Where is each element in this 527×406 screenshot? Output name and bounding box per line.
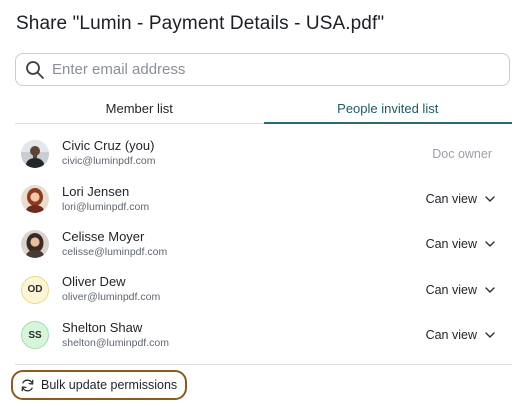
permission-label: Can view	[425, 237, 477, 252]
chevron-down-icon	[485, 241, 495, 248]
bulk-update-permissions-button[interactable]: Bulk update permissions	[11, 370, 187, 400]
person-photo-icon	[21, 185, 49, 214]
list-item: Civic Cruz (you) civic@luminpdf.com Doc …	[15, 131, 512, 176]
avatar-initials: SS	[28, 329, 42, 341]
permission-label: Can view	[425, 192, 477, 207]
permission-dropdown[interactable]: Can view	[426, 283, 495, 297]
permission-label: Can view	[425, 282, 477, 297]
avatar	[21, 139, 49, 168]
tab-people-invited-list[interactable]: People invited list	[263, 97, 513, 124]
member-name: Civic Cruz (you)	[62, 138, 155, 154]
divider	[15, 364, 512, 365]
list-item: Lori Jensen lori@luminpdf.com Can view	[15, 176, 512, 221]
chevron-down-icon	[485, 332, 495, 338]
member-email: oliver@luminpdf.com	[62, 291, 161, 304]
avatar: OD	[21, 275, 49, 304]
list-item: SS Shelton Shaw shelton@luminpdf.com Can…	[15, 313, 512, 358]
role-label: Doc owner	[432, 146, 492, 161]
list-item: OD Oliver Dew oliver@luminpdf.com Can vi…	[15, 267, 512, 312]
avatar	[21, 185, 49, 214]
permission-dropdown[interactable]: Can view	[426, 328, 495, 342]
member-name: Oliver Dew	[62, 274, 126, 290]
avatar	[21, 230, 49, 259]
member-email: shelton@luminpdf.com	[62, 336, 169, 349]
member-email: lori@luminpdf.com	[62, 200, 150, 213]
member-email: civic@luminpdf.com	[62, 155, 156, 168]
search-icon	[24, 59, 46, 81]
permission-dropdown[interactable]: Can view	[426, 237, 495, 251]
avatar-initials: OD	[27, 284, 43, 296]
permission-label: Can view	[425, 328, 477, 343]
chevron-down-icon	[485, 196, 495, 202]
member-name: Shelton Shaw	[62, 319, 143, 335]
member-email: celisse@luminpdf.com	[62, 245, 168, 258]
permission-dropdown[interactable]: Can view	[426, 192, 495, 206]
member-name: Celisse Moyer	[62, 228, 145, 244]
dialog-title: Share "Lumin - Payment Details - USA.pdf…	[16, 13, 385, 34]
tab-bar: Member list People invited list	[15, 97, 512, 124]
email-input[interactable]	[52, 61, 492, 78]
tab-member-list[interactable]: Member list	[15, 97, 264, 123]
bulk-update-label: Bulk update permissions	[41, 378, 178, 392]
chevron-down-icon	[485, 287, 495, 293]
person-photo-icon	[21, 139, 49, 168]
avatar: SS	[21, 321, 49, 350]
refresh-icon	[20, 377, 36, 393]
search-field[interactable]	[15, 53, 510, 86]
person-photo-icon	[21, 230, 49, 259]
list-item: Celisse Moyer celisse@luminpdf.com Can v…	[15, 222, 512, 267]
member-list: Civic Cruz (you) civic@luminpdf.com Doc …	[15, 131, 512, 358]
member-name: Lori Jensen	[62, 183, 130, 199]
